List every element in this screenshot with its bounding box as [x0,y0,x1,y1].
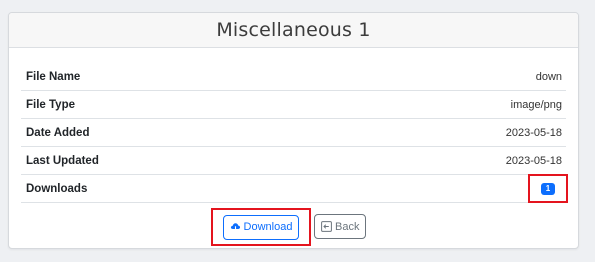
detail-row-date-added: Date Added 2023-05-18 [21,119,566,147]
back-label: Back [335,220,360,233]
file-details-card: Miscellaneous 1 File Name down File Type… [8,12,579,249]
detail-label: Last Updated [26,154,99,167]
detail-row-downloads: Downloads [21,175,566,203]
back-arrow-icon [321,221,332,232]
downloads-highlight: 1 [528,174,568,203]
detail-label: Downloads [26,182,88,195]
detail-label: File Type [26,98,75,111]
download-label: Download [243,221,293,233]
action-bar: Download Back [9,208,578,246]
file-details-table: File Name down File Type image/png Date … [21,63,566,203]
detail-value: 2023-05-18 [505,126,562,139]
back-button[interactable]: Back [314,214,367,239]
detail-value: image/png [510,98,562,111]
detail-label: Date Added [26,126,90,139]
detail-value: down [535,70,562,83]
detail-row-file-name: File Name down [21,63,566,91]
download-button[interactable]: Download [222,214,300,240]
card-header: Miscellaneous 1 [9,13,578,48]
cloud-download-icon [230,222,241,232]
detail-row-file-type: File Type image/png [21,91,566,119]
detail-label: File Name [26,70,81,83]
downloads-count-badge: 1 [541,182,555,195]
page-title: Miscellaneous 1 [216,19,371,41]
detail-row-last-updated: Last Updated 2023-05-18 [21,147,566,175]
detail-value: 2023-05-18 [505,154,562,167]
download-highlight: Download [211,208,311,246]
